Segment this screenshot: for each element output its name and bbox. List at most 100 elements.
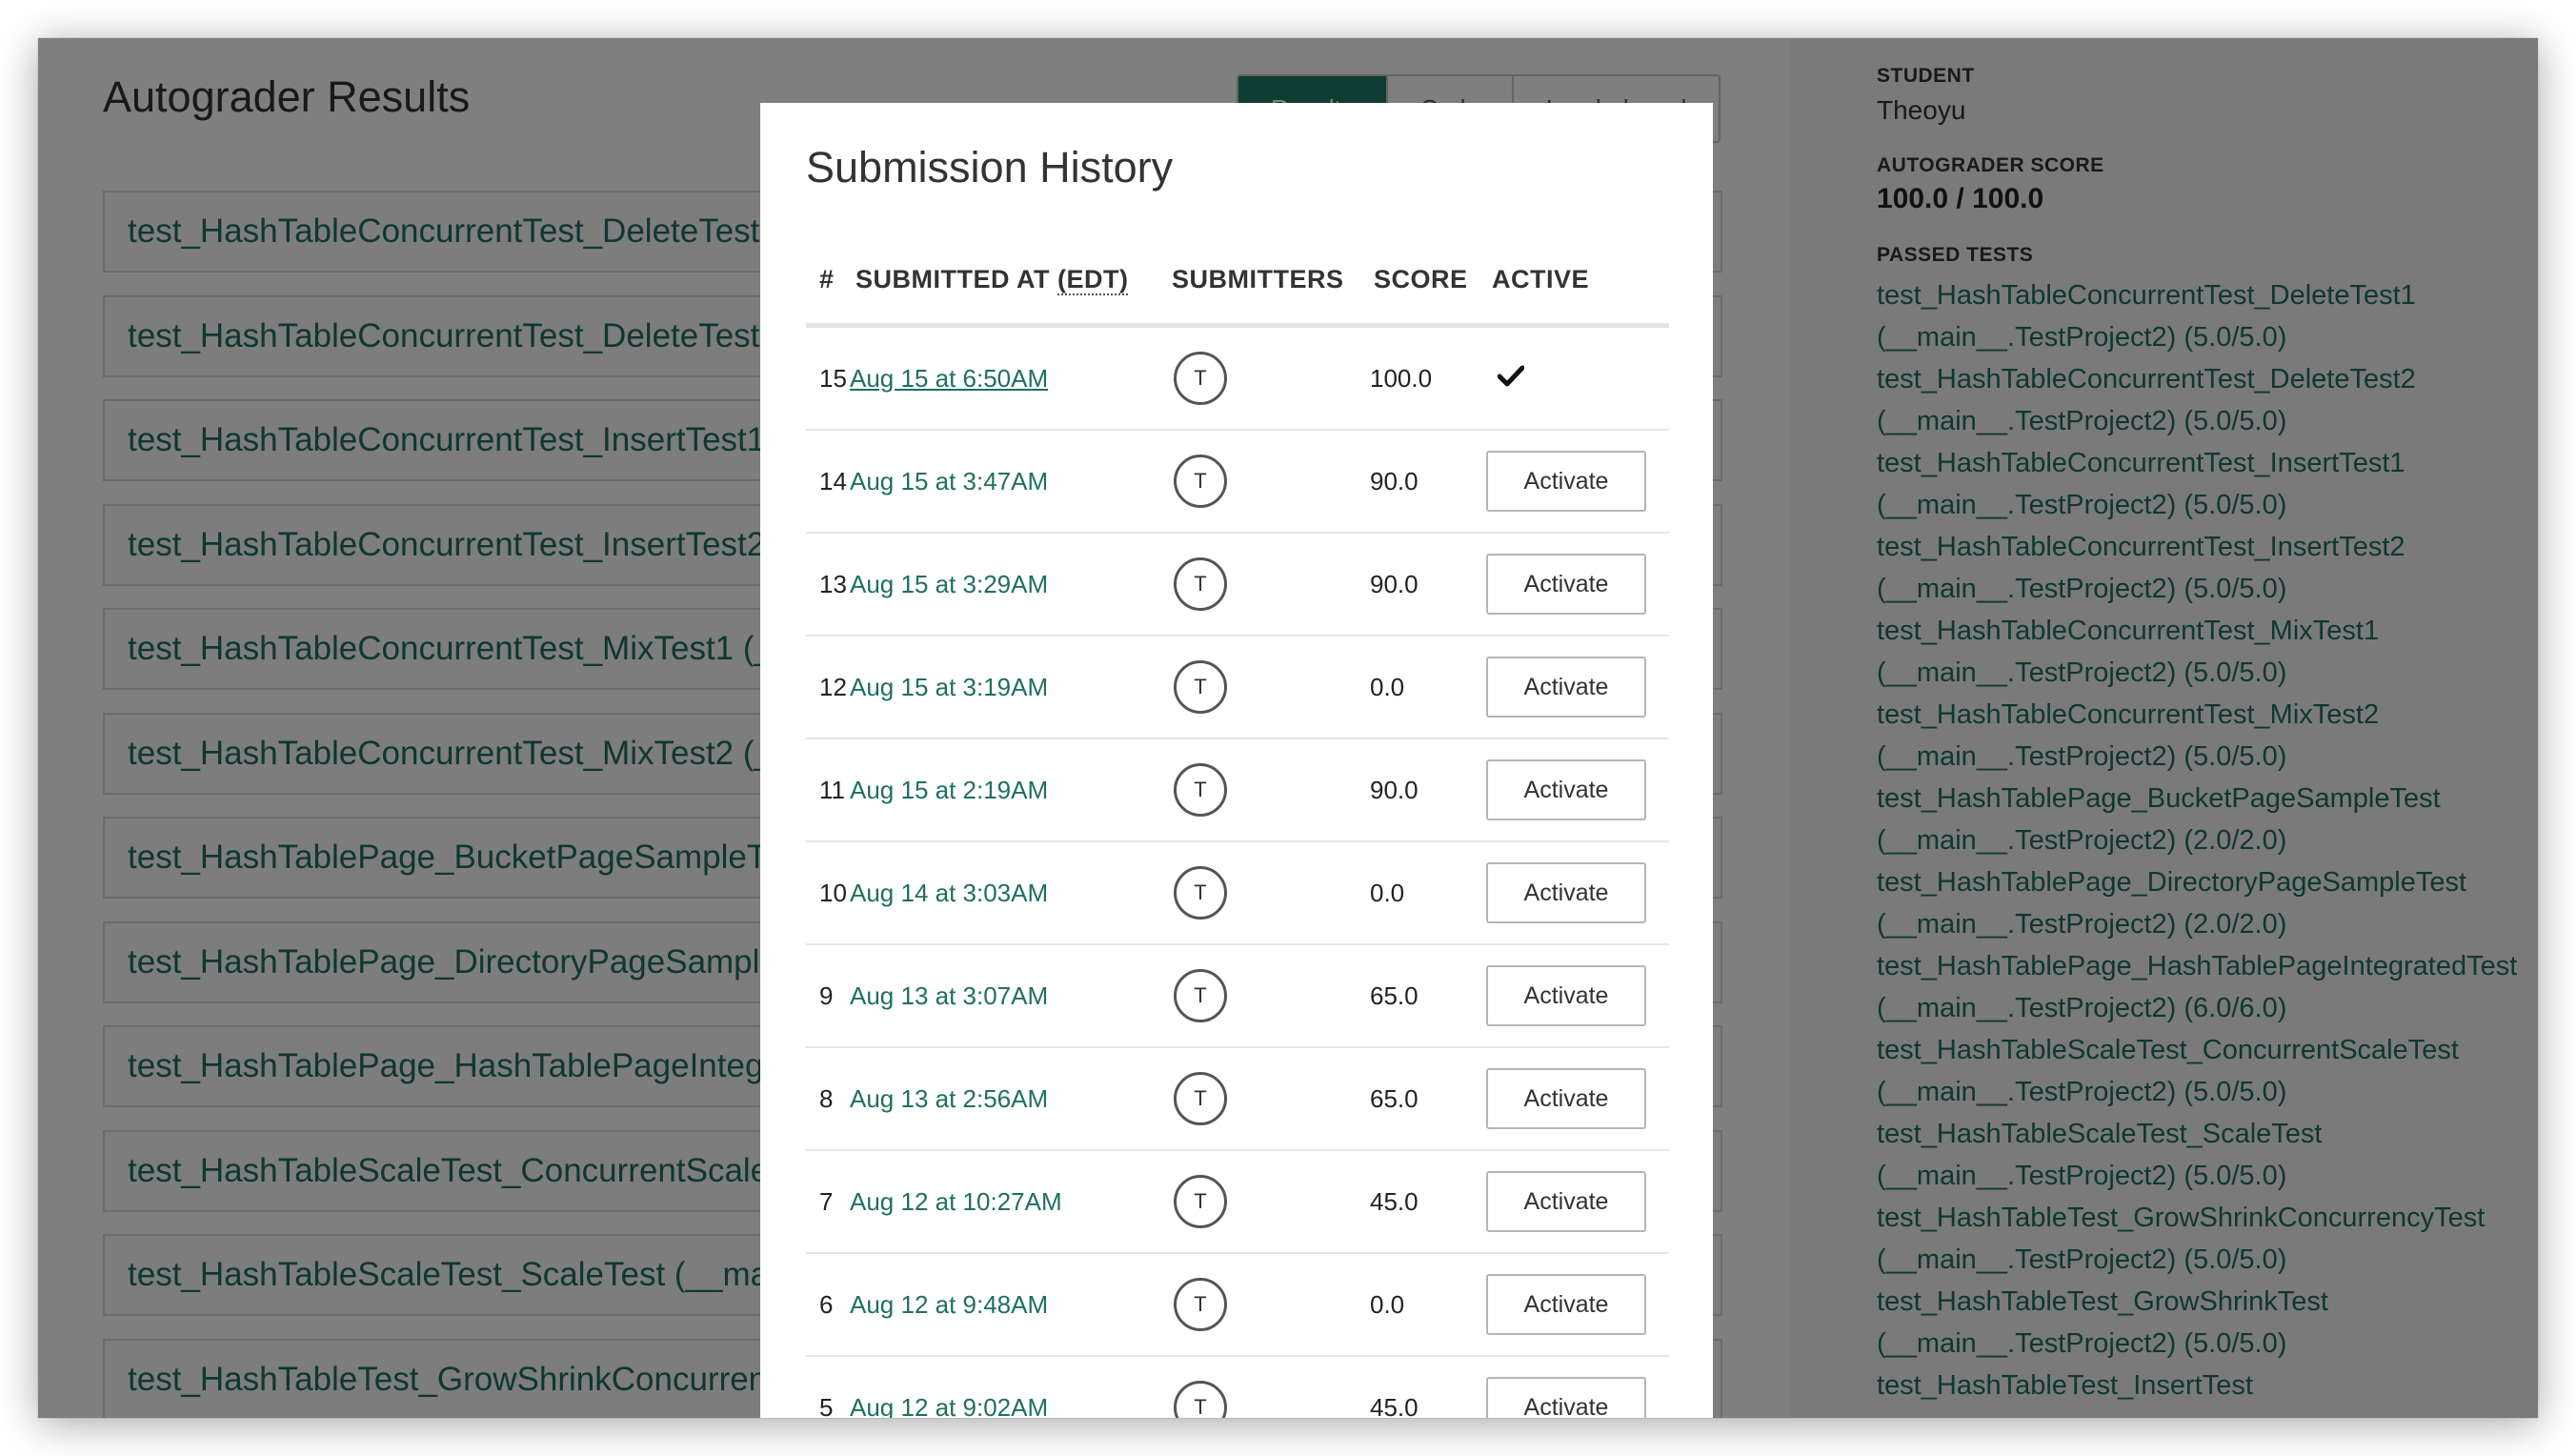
header-score: SCORE — [1374, 265, 1468, 293]
table-row: 12 Aug 15 at 3:19AM T 0.0 Activate — [806, 637, 1669, 739]
submission-history-modal: Submission History # SUBMITTED AT (EDT) … — [760, 103, 1713, 1418]
submitter-avatar: T — [1174, 1381, 1227, 1418]
submitter-cell: T — [1164, 455, 1370, 508]
submission-date-link[interactable]: Aug 12 at 10:27AM — [850, 1187, 1164, 1217]
activate-button[interactable]: Activate — [1486, 759, 1646, 820]
activate-button[interactable]: Activate — [1486, 451, 1646, 512]
table-row: 10 Aug 14 at 3:03AM T 0.0 Activate — [806, 842, 1669, 945]
submitter-cell: T — [1164, 352, 1370, 405]
submission-score: 0.0 — [1370, 878, 1405, 907]
modal-title: Submission History — [806, 143, 1174, 192]
submission-number: 14 — [819, 466, 847, 495]
submitter-avatar: T — [1174, 455, 1227, 508]
submission-score: 45.0 — [1370, 1186, 1419, 1216]
submitter-cell: T — [1164, 660, 1370, 714]
submission-date-link[interactable]: Aug 15 at 2:19AM — [850, 776, 1164, 805]
activate-button[interactable]: Activate — [1486, 1171, 1646, 1232]
table-row: 7 Aug 12 at 10:27AM T 45.0 Activate — [806, 1151, 1669, 1254]
submission-number: 6 — [819, 1289, 834, 1319]
submission-date-link[interactable]: Aug 15 at 6:50AM — [850, 364, 1164, 394]
submitter-cell: T — [1164, 557, 1370, 611]
activate-button[interactable]: Activate — [1486, 1068, 1646, 1129]
submission-number: 9 — [819, 981, 834, 1010]
table-row: 8 Aug 13 at 2:56AM T 65.0 Activate — [806, 1048, 1669, 1151]
submission-score: 65.0 — [1370, 1083, 1419, 1113]
table-header: # SUBMITTED AT (EDT) SUBMITTERS SCORE AC… — [806, 236, 1669, 328]
submission-score: 90.0 — [1370, 569, 1419, 598]
submission-number: 15 — [819, 363, 847, 393]
submitter-avatar: T — [1174, 969, 1227, 1022]
table-row: 15 Aug 15 at 6:50AM T 100.0 — [806, 328, 1669, 431]
submission-score: 90.0 — [1370, 775, 1419, 804]
submission-date-link[interactable]: Aug 15 at 3:47AM — [850, 467, 1164, 496]
submission-score: 90.0 — [1370, 466, 1419, 495]
submission-history-table: # SUBMITTED AT (EDT) SUBMITTERS SCORE AC… — [806, 236, 1669, 1418]
active-cell: Activate — [1486, 759, 1658, 820]
activate-button[interactable]: Activate — [1486, 1274, 1646, 1335]
submission-number: 11 — [819, 775, 845, 804]
submission-number: 13 — [819, 569, 847, 598]
active-cell: Activate — [1486, 657, 1658, 718]
submitter-cell: T — [1164, 1175, 1370, 1228]
activate-button[interactable]: Activate — [1486, 862, 1646, 923]
submission-date-link[interactable]: Aug 15 at 3:19AM — [850, 673, 1164, 702]
submitter-cell: T — [1164, 1072, 1370, 1125]
active-cell: Activate — [1486, 1274, 1658, 1335]
table-row: 6 Aug 12 at 9:48AM T 0.0 Activate — [806, 1254, 1669, 1357]
active-cell: Activate — [1486, 1171, 1658, 1232]
submission-number: 7 — [819, 1186, 834, 1216]
active-cell — [1486, 364, 1658, 394]
submission-number: 12 — [819, 672, 847, 701]
submission-number: 10 — [819, 878, 847, 907]
submission-date-link[interactable]: Aug 12 at 9:48AM — [850, 1290, 1164, 1320]
activate-button[interactable]: Activate — [1486, 1377, 1646, 1418]
table-row: 14 Aug 15 at 3:47AM T 90.0 Activate — [806, 431, 1669, 534]
submitter-avatar: T — [1174, 352, 1227, 405]
submission-score: 45.0 — [1370, 1392, 1419, 1419]
activate-button[interactable]: Activate — [1486, 554, 1646, 615]
submission-score: 0.0 — [1370, 1289, 1405, 1319]
submitter-cell: T — [1164, 866, 1370, 920]
submitter-avatar: T — [1174, 660, 1227, 714]
submission-date-link[interactable]: Aug 13 at 2:56AM — [850, 1084, 1164, 1114]
submission-date-link[interactable]: Aug 15 at 3:29AM — [850, 570, 1164, 599]
submitter-avatar: T — [1174, 866, 1227, 920]
submitter-cell: T — [1164, 969, 1370, 1022]
submitter-cell: T — [1164, 1278, 1370, 1331]
active-cell: Activate — [1486, 862, 1658, 923]
submitter-avatar: T — [1174, 763, 1227, 817]
checkmark-icon — [1497, 364, 1525, 394]
submitter-avatar: T — [1174, 1175, 1227, 1228]
submitter-cell: T — [1164, 1381, 1370, 1418]
header-active: ACTIVE — [1492, 265, 1590, 293]
submission-number: 8 — [819, 1083, 834, 1113]
table-row: 9 Aug 13 at 3:07AM T 65.0 Activate — [806, 945, 1669, 1048]
header-submitters: SUBMITTERS — [1172, 265, 1344, 293]
submission-number: 5 — [819, 1392, 834, 1419]
submission-date-link[interactable]: Aug 12 at 9:02AM — [850, 1393, 1164, 1419]
submission-score: 100.0 — [1370, 363, 1433, 393]
active-cell: Activate — [1486, 451, 1658, 512]
submitter-cell: T — [1164, 763, 1370, 817]
table-body: 15 Aug 15 at 6:50AM T 100.0 14 Aug 15 at 3:47… — [806, 328, 1669, 1418]
header-number: # — [819, 265, 835, 293]
activate-button[interactable]: Activate — [1486, 965, 1646, 1026]
activate-button[interactable]: Activate — [1486, 657, 1646, 718]
table-row: 13 Aug 15 at 3:29AM T 90.0 Activate — [806, 534, 1669, 637]
table-row: 5 Aug 12 at 9:02AM T 45.0 Activate — [806, 1357, 1669, 1418]
app-window: Autograder Results Results Code Leaderbo… — [38, 38, 2538, 1418]
active-cell: Activate — [1486, 965, 1658, 1026]
header-submitted-at: SUBMITTED AT (EDT) — [855, 265, 1172, 295]
submitter-avatar: T — [1174, 557, 1227, 611]
table-row: 11 Aug 15 at 2:19AM T 90.0 Activate — [806, 739, 1669, 842]
header-timezone: (EDT) — [1057, 265, 1129, 295]
active-cell: Activate — [1486, 1377, 1658, 1418]
submission-date-link[interactable]: Aug 13 at 3:07AM — [850, 981, 1164, 1011]
active-cell: Activate — [1486, 1068, 1658, 1129]
submission-score: 65.0 — [1370, 981, 1419, 1010]
submitter-avatar: T — [1174, 1072, 1227, 1125]
submission-score: 0.0 — [1370, 672, 1405, 701]
submission-date-link[interactable]: Aug 14 at 3:03AM — [850, 879, 1164, 908]
active-cell: Activate — [1486, 554, 1658, 615]
header-submitted-at-label: SUBMITTED AT — [855, 265, 1057, 293]
